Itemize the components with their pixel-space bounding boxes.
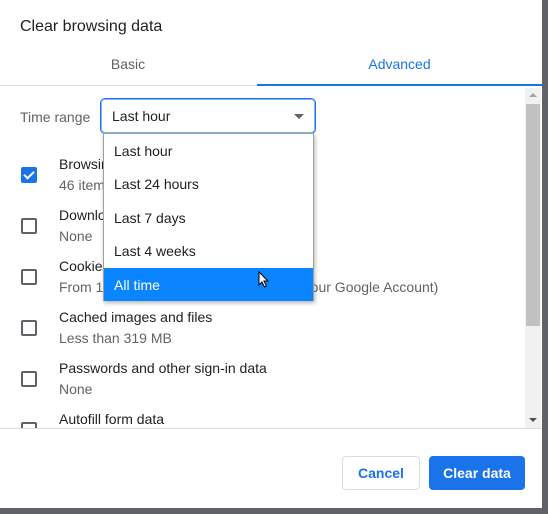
item-cached-images[interactable]: Cached images and files Less than 319 MB (0, 304, 520, 354)
item-subtitle: Less than 319 MB (59, 330, 172, 346)
dropdown-arrow-icon (294, 114, 304, 119)
dialog-title: Clear browsing data (20, 18, 163, 35)
scroll-down-arrow-icon[interactable] (529, 418, 537, 422)
time-range-value: Last hour (112, 108, 171, 124)
option-last-4-weeks[interactable]: Last 4 weeks (104, 234, 313, 267)
tab-bar: Basic Advanced (0, 48, 542, 86)
tab-advanced[interactable]: Advanced (257, 48, 542, 86)
time-range-select[interactable]: Last hour (101, 99, 315, 133)
mouse-cursor-icon (258, 271, 270, 288)
option-all-time[interactable]: All time (104, 267, 313, 301)
checkbox[interactable] (21, 269, 37, 285)
checkbox[interactable] (21, 320, 37, 336)
item-title: Autofill form data (59, 411, 165, 427)
scrollbar-thumb[interactable] (526, 104, 540, 326)
checkbox[interactable] (21, 371, 37, 387)
option-last-24-hours[interactable]: Last 24 hours (104, 167, 313, 200)
item-passwords[interactable]: Passwords and other sign-in data None (0, 355, 520, 405)
checkbox[interactable] (21, 218, 37, 234)
checkbox-checked[interactable] (21, 167, 37, 183)
scroll-up-arrow-icon[interactable] (529, 93, 537, 97)
item-subtitle: None (59, 381, 93, 397)
item-subtitle: None (59, 228, 93, 244)
item-title: Cached images and files (59, 309, 213, 325)
tab-basic[interactable]: Basic (0, 48, 256, 86)
clear-data-button[interactable]: Clear data (429, 456, 525, 490)
time-range-label: Time range (20, 109, 91, 125)
cancel-button[interactable]: Cancel (342, 456, 420, 490)
dialog-footer: Cancel Clear data (0, 428, 542, 508)
clear-browsing-data-dialog: Clear browsing data Basic Advanced Time … (0, 0, 542, 508)
item-title: Passwords and other sign-in data (59, 360, 267, 376)
option-last-7-days[interactable]: Last 7 days (104, 201, 313, 234)
option-last-hour[interactable]: Last hour (104, 134, 313, 167)
scrollbar[interactable] (525, 88, 541, 428)
item-autofill[interactable]: Autofill form data (0, 406, 520, 428)
time-range-dropdown-menu: Last hour Last 24 hours Last 7 days Last… (103, 133, 314, 301)
